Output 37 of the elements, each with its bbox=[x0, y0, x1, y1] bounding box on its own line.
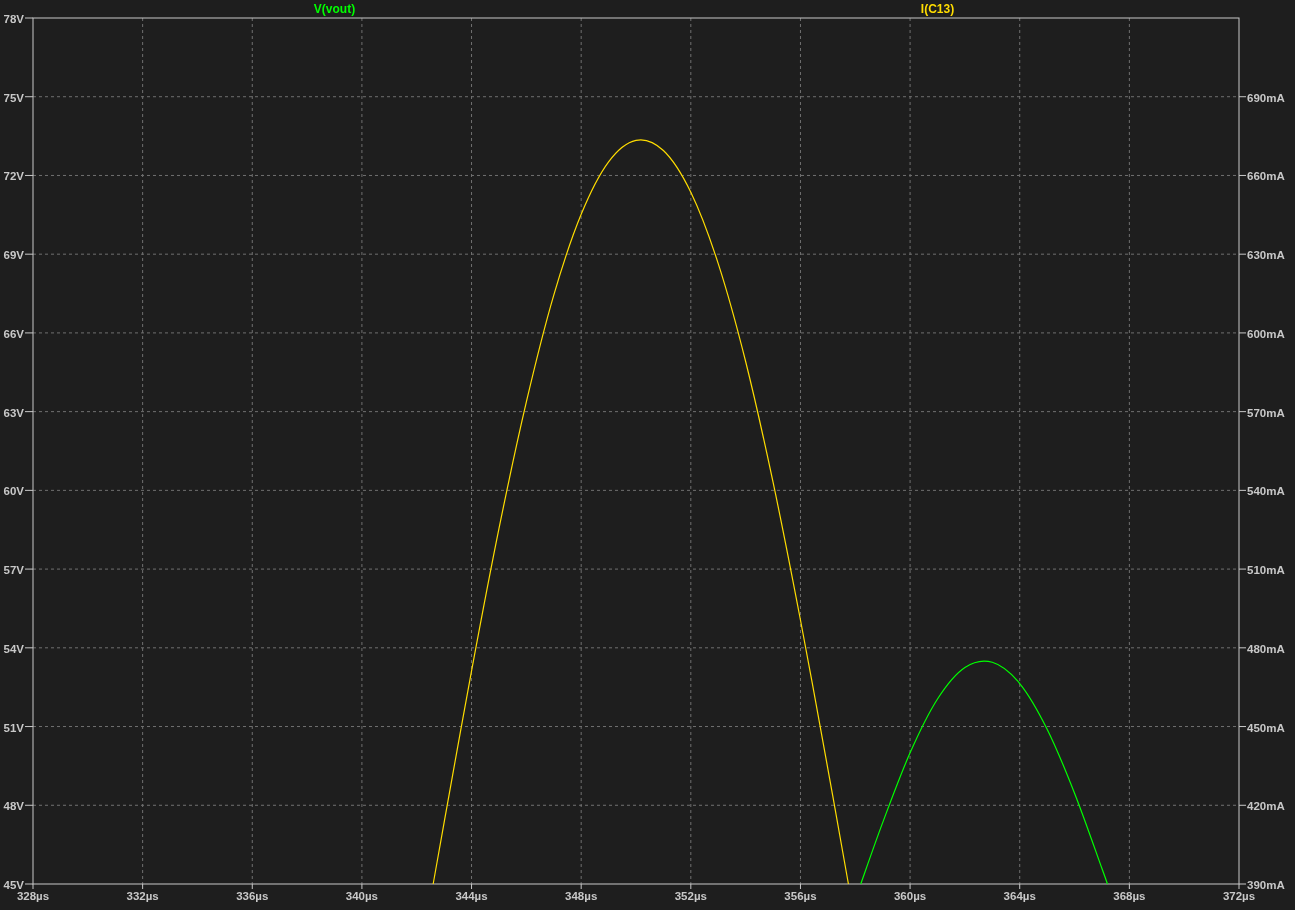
axis-tick-label: 630mA bbox=[1247, 249, 1285, 262]
axis-tick-label: 570mA bbox=[1247, 406, 1285, 419]
axis-tick-label: 63V bbox=[3, 406, 24, 419]
axis-tick-label: 390mA bbox=[1247, 879, 1285, 891]
axis-tick-label: 57V bbox=[3, 564, 24, 577]
axis-tick-label: 45V bbox=[3, 879, 24, 891]
axis-tick-label: 48V bbox=[3, 800, 24, 813]
axis-tick-label: 344µs bbox=[455, 890, 488, 902]
axis-tick-label: 510mA bbox=[1247, 564, 1285, 577]
axis-tick-label: 72V bbox=[3, 170, 24, 183]
axis-tick-label: 328µs bbox=[16, 890, 50, 902]
axis-tick-label: 60V bbox=[3, 485, 24, 498]
axis-tick-label: 78V bbox=[3, 13, 24, 25]
axis-tick-label: 372µs bbox=[1222, 890, 1256, 902]
axis-tick-label: 69V bbox=[3, 249, 24, 262]
axis-tick-label: 332µs bbox=[126, 890, 159, 902]
axis-tick-label: 356µs bbox=[784, 890, 817, 902]
axis-tick-label: 420mA bbox=[1247, 800, 1285, 813]
trace-label[interactable]: I(C13) bbox=[920, 2, 955, 16]
axis-tick-label: 54V bbox=[3, 642, 24, 655]
axis-tick-label: 364µs bbox=[1003, 890, 1036, 902]
axis-tick-label: 690mA bbox=[1247, 91, 1285, 104]
axis-tick-label: 336µs bbox=[236, 890, 269, 902]
axis-tick-label: 600mA bbox=[1247, 327, 1285, 340]
axis-tick-label: 360µs bbox=[894, 890, 927, 902]
axis-tick-label: 480mA bbox=[1247, 642, 1285, 655]
axis-tick-label: 352µs bbox=[674, 890, 707, 902]
axis-tick-label: 51V bbox=[3, 721, 24, 734]
axis-tick-label: 450mA bbox=[1247, 721, 1285, 734]
trace-label[interactable]: V(vout) bbox=[313, 2, 356, 16]
axis-tick-label: 340µs bbox=[345, 890, 378, 902]
axis-tick-label: 540mA bbox=[1247, 485, 1285, 498]
axis-tick-label: 660mA bbox=[1247, 170, 1285, 183]
axis-tick-label: 75V bbox=[3, 91, 24, 104]
axis-tick-label: 368µs bbox=[1113, 890, 1146, 902]
axis-tick-label: 348µs bbox=[565, 890, 598, 902]
axis-tick-label: 66V bbox=[3, 327, 24, 340]
